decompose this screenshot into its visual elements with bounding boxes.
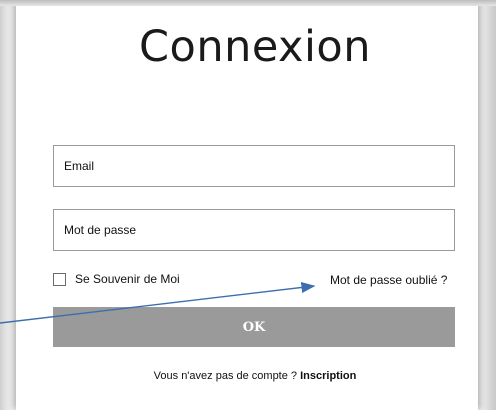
login-screen: Connexion Se Souvenir de Moi Mot de pass… [0,0,496,410]
page-title: Connexion [139,22,371,72]
remember-me-option[interactable]: Se Souvenir de Moi [53,272,180,286]
no-account-text: Vous n'avez pas de compte ? [153,370,301,382]
signup-prompt: Vous n'avez pas de compte ? Inscription [0,370,496,382]
email-field[interactable] [53,145,455,187]
forgot-password-link[interactable]: Mot de passe oublié ? [330,273,447,287]
password-field[interactable] [53,209,455,251]
signup-link[interactable]: Inscription [300,370,356,382]
remember-me-label: Se Souvenir de Moi [75,272,180,286]
window-top-frame [0,0,496,6]
remember-me-checkbox[interactable] [53,272,66,286]
ok-button[interactable]: OK [53,307,455,347]
